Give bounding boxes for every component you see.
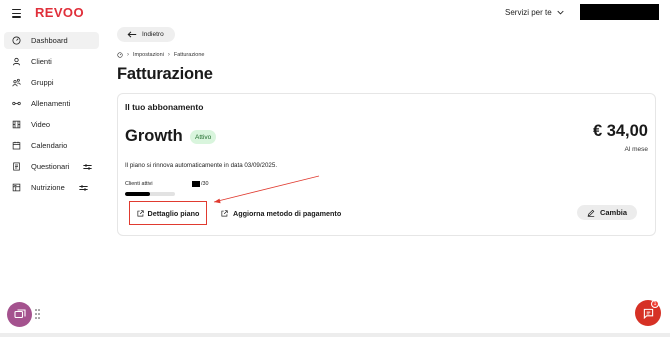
sidebar-item-gruppi[interactable]: Gruppi xyxy=(4,74,99,91)
sidebar-item-label: Gruppi xyxy=(31,78,54,87)
sliders-icon xyxy=(83,163,92,170)
support-widget-button[interactable] xyxy=(7,302,32,327)
sidebar-item-label: Video xyxy=(31,120,51,129)
sidebar-item-calendario[interactable]: Calendario xyxy=(4,137,99,154)
sidebar-item-label: Calendario xyxy=(31,141,68,150)
plan-detail-button[interactable]: Dettaglio piano xyxy=(129,201,207,225)
update-payment-button[interactable]: Aggiorna metodo di pagamento xyxy=(221,207,341,219)
back-button[interactable]: Indietro xyxy=(117,27,175,42)
chat-bubbles-icon xyxy=(13,308,26,318)
document-icon xyxy=(13,162,20,171)
page-title: Fatturazione xyxy=(117,65,213,83)
sliders-icon xyxy=(79,184,88,191)
sidebar-item-label: Nutrizione xyxy=(31,183,65,192)
gauge-icon xyxy=(12,36,21,45)
external-link-icon xyxy=(137,209,144,217)
chevron-down-icon xyxy=(557,10,564,15)
hamburger-icon[interactable] xyxy=(12,9,21,18)
arrow-left-icon xyxy=(127,31,137,38)
external-link-icon xyxy=(221,209,228,217)
sidebar-item-label: Dashboard xyxy=(31,36,68,45)
breadcrumb: › Impostazioni › Fatturazione xyxy=(117,50,204,59)
renewal-text: Il piano si rinnova automaticamente in d… xyxy=(125,162,278,169)
sidebar-item-label: Clienti xyxy=(31,57,52,66)
pencil-icon xyxy=(587,209,595,217)
plan-name: Growth xyxy=(125,127,183,145)
gauge-icon[interactable] xyxy=(117,51,123,58)
card-title: Il tuo abbonamento xyxy=(125,102,204,112)
clients-progress-bar xyxy=(125,192,175,196)
sidebar: Dashboard Clienti Gruppi Allenamenti Vid… xyxy=(0,27,106,337)
sidebar-item-clienti[interactable]: Clienti xyxy=(4,53,99,70)
change-plan-button[interactable]: Cambia xyxy=(577,205,637,220)
change-plan-label: Cambia xyxy=(599,208,628,217)
plan-price: € 34,00 xyxy=(592,122,648,140)
bottom-scrollbar[interactable] xyxy=(0,333,670,337)
active-clients-label: Clienti attivi xyxy=(125,181,153,187)
sidebar-item-label: Questionari xyxy=(31,162,70,171)
sidebar-item-nutrizione[interactable]: Nutrizione xyxy=(4,179,99,196)
sidebar-item-video[interactable]: Video xyxy=(4,116,99,133)
plan-detail-label: Dettaglio piano xyxy=(147,208,200,218)
active-clients-count xyxy=(192,181,200,187)
notification-badge: 1 xyxy=(651,300,659,308)
sidebar-item-allenamenti[interactable]: Allenamenti xyxy=(4,95,99,112)
group-icon xyxy=(12,78,21,87)
services-menu[interactable]: Servizi per te xyxy=(505,8,564,17)
back-label: Indietro xyxy=(142,31,164,38)
video-icon xyxy=(12,120,21,129)
chat-icon xyxy=(643,308,653,319)
user-account-box[interactable] xyxy=(580,4,659,20)
top-bar: REVOO Servizi per te xyxy=(0,0,670,27)
logo[interactable]: REVOO xyxy=(35,5,84,20)
subscription-card: Il tuo abbonamento Growth Attivo € 34,00… xyxy=(117,93,656,236)
sidebar-item-questionari[interactable]: Questionari xyxy=(4,158,99,175)
nutrition-icon xyxy=(12,183,21,192)
billing-period: Al mese xyxy=(624,146,648,153)
chevron-right-icon: › xyxy=(167,51,170,58)
breadcrumb-item-current: Fatturazione xyxy=(173,51,205,58)
services-label: Servizi per te xyxy=(505,8,552,17)
status-badge: Attivo xyxy=(190,130,217,144)
update-payment-label: Aggiorna metodo di pagamento xyxy=(233,208,342,218)
active-clients-total: /30 xyxy=(201,181,209,187)
user-icon xyxy=(12,57,21,66)
clients-progress-fill xyxy=(125,192,150,196)
dumbbell-icon xyxy=(12,101,21,106)
sidebar-item-dashboard[interactable]: Dashboard xyxy=(4,32,99,49)
chevron-right-icon: › xyxy=(127,51,129,58)
sidebar-item-label: Allenamenti xyxy=(31,99,71,108)
calendar-icon xyxy=(12,141,21,150)
breadcrumb-item-impostazioni[interactable]: Impostazioni xyxy=(133,52,164,58)
drag-handle-icon[interactable] xyxy=(35,309,41,319)
